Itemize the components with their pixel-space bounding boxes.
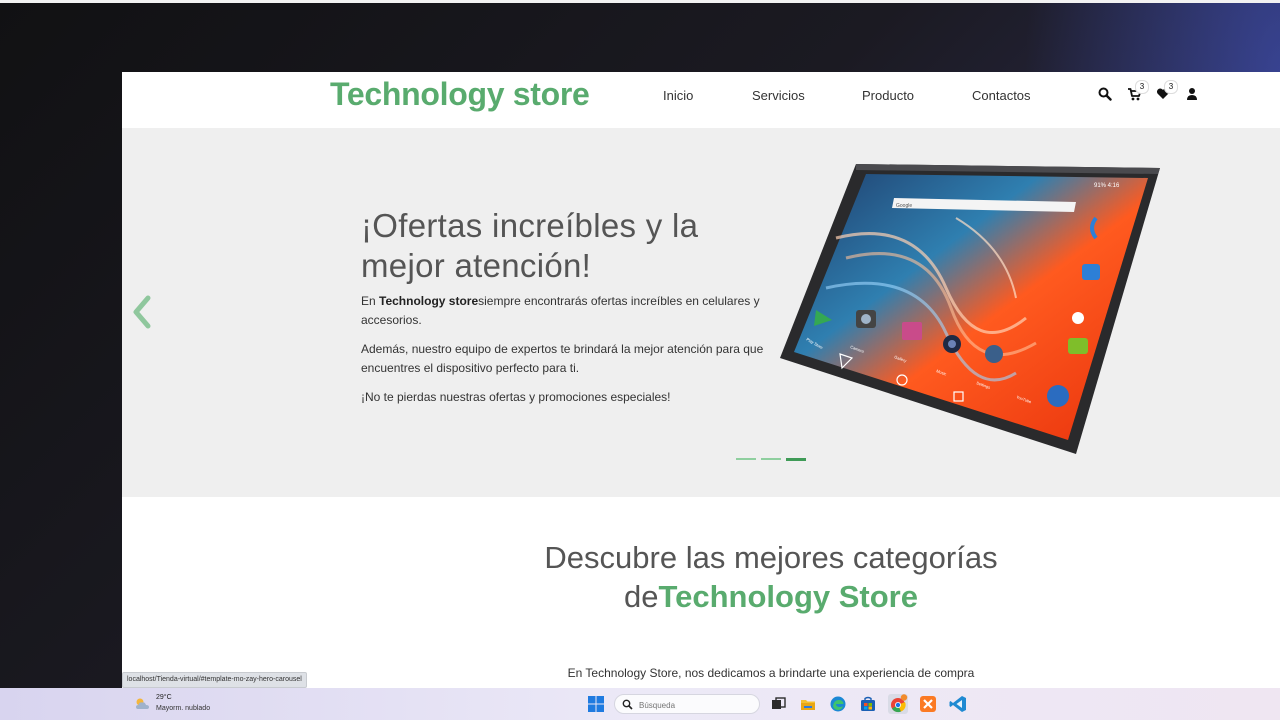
window-top-edge: [0, 0, 1280, 3]
wishlist-count-badge: 3: [1164, 80, 1178, 94]
nav-servicios[interactable]: Servicios: [752, 88, 805, 103]
hero-paragraph-3: ¡No te pierdas nuestras ofertas y promoc…: [361, 390, 671, 404]
hero-paragraph-2: Además, nuestro equipo de expertos te br…: [361, 342, 764, 375]
user-icon[interactable]: [1185, 86, 1201, 104]
vscode-icon[interactable]: [948, 694, 968, 714]
categories-heading-brand: Technology Store: [658, 579, 918, 614]
chrome-browser-icon[interactable]: [888, 694, 908, 714]
hero-title: ¡Ofertas increíbles y la mejor atención!: [361, 207, 699, 284]
carousel-indicator-3[interactable]: [786, 458, 806, 461]
nav-producto[interactable]: Producto: [862, 88, 914, 103]
carousel-prev-chevron-icon[interactable]: [130, 292, 156, 332]
categories-heading: Descubre las mejores categorías deTechno…: [544, 540, 998, 614]
weather-widget[interactable]: 29°C Mayorm. nublado: [134, 694, 254, 714]
file-explorer-icon[interactable]: [798, 694, 818, 714]
cloud-sun-icon: [136, 698, 149, 709]
hero-paragraph-1: En Technology storesiempre encontrarás o…: [361, 294, 760, 327]
nav-contactos[interactable]: Contactos: [972, 88, 1031, 103]
hero-carousel: ¡Ofertas increíbles y la mejor atención!…: [122, 128, 1280, 497]
heart-icon[interactable]: 3: [1156, 80, 1178, 104]
taskbar-search[interactable]: [614, 694, 760, 714]
tablet-product-image: Google 91% 4:16 Play Store Camera Galler…: [780, 164, 1160, 454]
carousel-indicator-1[interactable]: [736, 458, 756, 460]
cart-count-badge: 3: [1135, 80, 1149, 94]
weather-condition: Mayorm. nublado: [156, 705, 211, 712]
weather-temp: 29°C: [156, 694, 172, 701]
nav-inicio[interactable]: Inicio: [663, 88, 693, 103]
hero-brand-name: Technology store: [379, 294, 479, 308]
windows-start-icon[interactable]: [586, 694, 606, 714]
edge-browser-icon[interactable]: [828, 694, 848, 714]
search-icon[interactable]: [1098, 86, 1114, 104]
cart-icon[interactable]: 3: [1127, 80, 1149, 104]
tablet-status-text: 91% 4:16: [1094, 183, 1120, 189]
tablet-google-bar-text: Google: [896, 203, 912, 209]
xampp-icon[interactable]: [918, 694, 938, 714]
categories-subtitle: En Technology Store, nos dedicamos a bri…: [567, 666, 975, 680]
site-navbar: Technology store Inicio Servicios Produc…: [122, 72, 1280, 128]
taskbar-search-input[interactable]: [637, 697, 751, 713]
brand-logo[interactable]: Technology store: [330, 76, 590, 113]
task-view-icon[interactable]: [768, 694, 788, 714]
windows-taskbar: 29°C Mayorm. nublado: [0, 688, 1280, 720]
microsoft-store-icon[interactable]: [858, 694, 878, 714]
carousel-indicator-2[interactable]: [761, 458, 781, 460]
link-status-url: localhost/Tienda-virtual/#template-mo-za…: [122, 672, 307, 688]
browser-viewport: Technology store Inicio Servicios Produc…: [122, 72, 1280, 688]
search-icon: [622, 699, 633, 710]
